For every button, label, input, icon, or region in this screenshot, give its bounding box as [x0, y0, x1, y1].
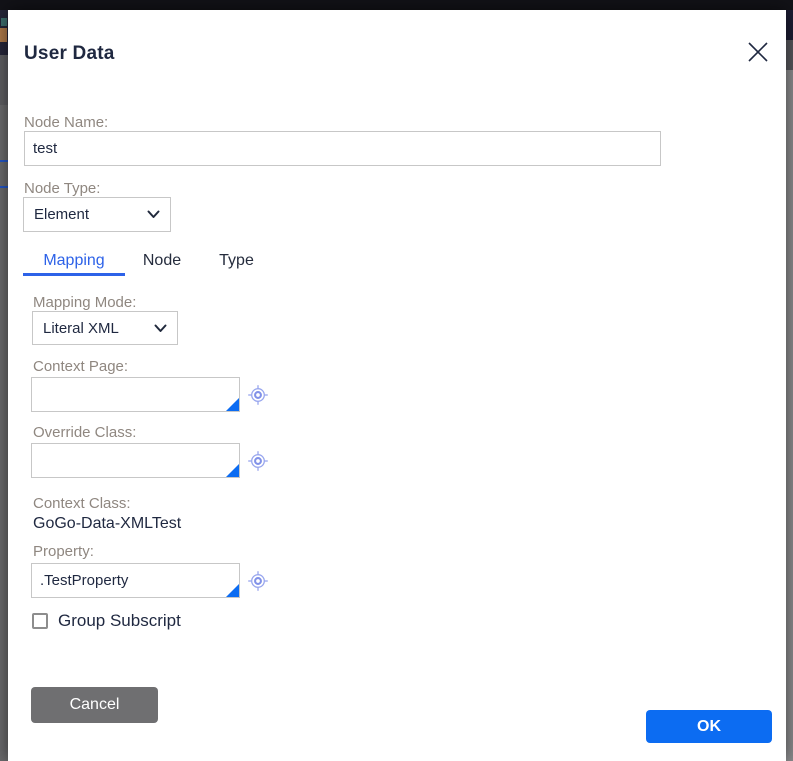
override-class-input[interactable] [31, 443, 240, 478]
user-data-dialog: User Data Node Name: Node Type: Element … [8, 10, 786, 761]
mapping-mode-label: Mapping Mode: [33, 294, 137, 311]
node-type-select[interactable]: Element [23, 197, 171, 232]
context-class-label: Context Class: [33, 495, 131, 512]
dialog-tabs: Mapping Node Type [23, 248, 274, 276]
backdrop-fragment [786, 40, 793, 70]
context-page-field [31, 377, 240, 412]
target-crosshair-icon[interactable] [247, 384, 269, 406]
backdrop-right-strip [786, 10, 793, 761]
override-class-field [31, 443, 240, 478]
node-name-input[interactable] [24, 131, 661, 166]
group-subscript-label: Group Subscript [58, 611, 181, 630]
node-name-label: Node Name: [24, 114, 109, 131]
property-label: Property: [33, 543, 94, 560]
mapping-mode-selected-value: Literal XML [43, 319, 119, 337]
override-class-label: Override Class: [33, 424, 137, 441]
node-type-label: Node Type: [24, 180, 101, 197]
backdrop-fragment [0, 160, 8, 162]
tab-mapping[interactable]: Mapping [23, 248, 125, 276]
backdrop-fragment [0, 55, 8, 105]
property-field [31, 563, 240, 598]
tab-type[interactable]: Type [199, 248, 274, 276]
context-class-value: GoGo-Data-XMLTest [33, 515, 182, 532]
close-icon [748, 42, 768, 62]
dialog-title: User Data [24, 43, 115, 64]
backdrop-left-strip [0, 10, 8, 761]
group-subscript-checkbox[interactable] [32, 613, 48, 629]
property-input[interactable] [31, 563, 240, 598]
ok-button[interactable]: OK [646, 710, 772, 743]
backdrop-fragment [786, 10, 793, 40]
backdrop-top-strip [0, 0, 793, 10]
chevron-down-icon [154, 324, 167, 332]
mapping-mode-select[interactable]: Literal XML [32, 311, 178, 345]
target-crosshair-icon[interactable] [247, 570, 269, 592]
context-page-label: Context Page: [33, 358, 129, 375]
chevron-down-icon [147, 210, 160, 218]
context-page-input[interactable] [31, 377, 240, 412]
cancel-button[interactable]: Cancel [31, 687, 158, 723]
close-button[interactable] [745, 40, 771, 66]
tab-node[interactable]: Node [131, 248, 193, 276]
backdrop-fragment [1, 18, 7, 26]
target-crosshair-icon[interactable] [247, 450, 269, 472]
node-type-selected-value: Element [34, 206, 90, 223]
backdrop-fragment [0, 186, 8, 188]
group-subscript-row: Group Subscript [32, 611, 181, 631]
backdrop-fragment [0, 28, 7, 42]
